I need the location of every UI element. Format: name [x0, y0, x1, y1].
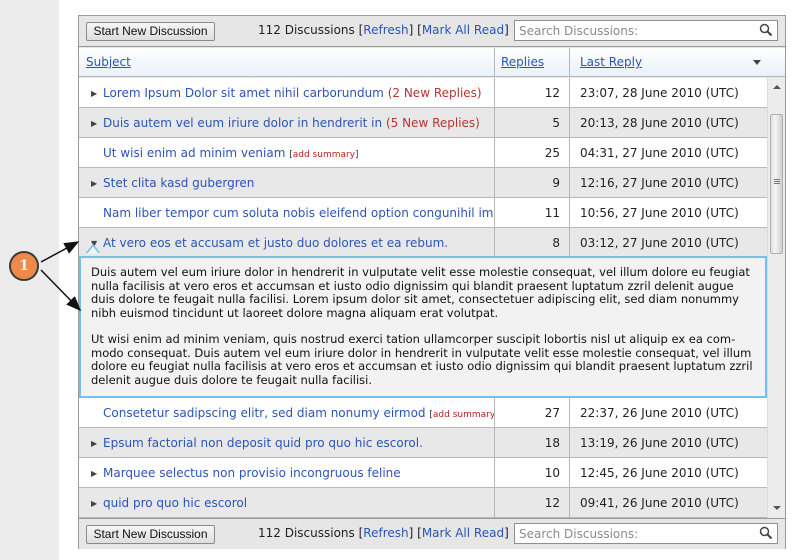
expand-pointer-notch: [86, 244, 100, 254]
table-row[interactable]: Consetetur sadipscing elitr, sed diam no…: [79, 398, 767, 428]
scrollbar[interactable]: [767, 78, 785, 518]
add-summary-wrapper: [add summary]: [289, 150, 359, 160]
last-reply-time: 04:31, 27 June 2010 (UTC): [569, 138, 767, 167]
subject-cell: ▶ quid pro quo hic escorol: [79, 488, 494, 517]
sort-by-replies[interactable]: Replies: [501, 55, 544, 69]
top-toolbar: Start New Discussion 112 Discussions [Re…: [79, 16, 785, 47]
expand-triangle-icon[interactable]: ▶: [91, 119, 103, 128]
discussion-title-link[interactable]: At vero eos et accusam et justo duo dolo…: [103, 236, 448, 250]
subject-cell: ▶ Stet clita kasd gubergren: [79, 168, 494, 197]
replies-count: 9: [494, 168, 570, 197]
scroll-down-arrow-icon[interactable]: [773, 506, 781, 510]
last-reply-time: 13:19, 26 June 2010 (UTC): [569, 428, 767, 457]
expand-triangle-icon[interactable]: ▶: [91, 179, 103, 188]
sort-by-last-reply[interactable]: Last Reply: [580, 55, 642, 69]
expanded-summary: Duis autem vel eum iriure dolor in hendr…: [79, 256, 767, 398]
discussion-title-link[interactable]: Duis autem vel eum iriure dolor in hendr…: [103, 116, 382, 130]
subject-cell: ▶ Epsum factorial non deposit quid pro qu…: [79, 428, 494, 457]
left-gutter: [0, 0, 59, 560]
bottom-toolbar: Start New Discussion 112 Discussions [Re…: [79, 518, 785, 549]
search-input-bottom[interactable]: [515, 524, 755, 543]
table-row[interactable]: ▶ Stet clita kasd gubergren 9 12:16, 27 Jun…: [79, 168, 767, 198]
discussion-count: 112 Discussions: [258, 23, 355, 37]
expand-triangle-icon[interactable]: ▶: [91, 469, 103, 478]
expand-triangle-icon[interactable]: ▶: [91, 89, 103, 98]
search-icon[interactable]: [759, 23, 773, 37]
add-summary-link[interactable]: add summary: [433, 410, 494, 420]
chevron-down-icon[interactable]: [753, 60, 761, 65]
discussion-count-bottom: 112 Discussions: [258, 526, 355, 540]
table-row[interactable]: ▶ Lorem Ipsum Dolor sit amet nihil carbor…: [79, 78, 767, 108]
replies-count: 12: [494, 488, 570, 517]
subject-cell: Ut wisi enim ad minim veniam [add summar…: [79, 138, 494, 167]
search-box-bottom: [514, 523, 778, 544]
mark-all-read-link-bottom[interactable]: Mark All Read: [422, 526, 504, 540]
discussion-title-link[interactable]: Lorem Ipsum Dolor sit amet nihil carboru…: [103, 86, 384, 100]
subject-cell: Nam liber tempor cum soluta nobis eleife…: [79, 198, 494, 227]
subject-cell: ▶ Lorem Ipsum Dolor sit amet nihil carbor…: [79, 78, 494, 107]
discussion-count-area-bottom: 112 Discussions [Refresh] [Mark All Read…: [258, 526, 509, 540]
add-summary-link[interactable]: add summary: [293, 150, 355, 160]
replies-count: 27: [494, 398, 570, 427]
table-row[interactable]: ▶ Epsum factorial non deposit quid pro qu…: [79, 428, 767, 458]
expand-triangle-icon[interactable]: ▶: [91, 499, 103, 508]
discussion-count-area: 112 Discussions [Refresh] [Mark All Read…: [258, 23, 509, 37]
summary-paragraph: Duis autem vel eum iriure dolor in hendr…: [91, 265, 750, 320]
replies-count: 18: [494, 428, 570, 457]
discussion-title-link[interactable]: Nam liber tempor cum soluta nobis eleife…: [103, 206, 494, 220]
discussion-title-link[interactable]: Epsum factorial non deposit quid pro quo…: [103, 436, 423, 450]
discussion-title-link[interactable]: Ut wisi enim ad minim veniam: [103, 146, 285, 160]
add-summary-wrapper: [add summary]: [429, 410, 494, 420]
discussion-title-link[interactable]: Stet clita kasd gubergren: [103, 176, 254, 190]
last-reply-time: 03:12, 27 June 2010 (UTC): [569, 228, 767, 257]
mark-all-read-link[interactable]: Mark All Read: [422, 23, 504, 37]
table-row[interactable]: ▶ Marquee selectus non provisio incongruo…: [79, 458, 767, 488]
discussion-panel: Start New Discussion 112 Discussions [Re…: [78, 15, 786, 549]
scroll-up-arrow-icon[interactable]: [773, 85, 781, 89]
grip-icon: [774, 179, 780, 180]
new-replies-badge: (5 New Replies): [385, 116, 480, 130]
replies-count: 12: [494, 78, 570, 107]
subject-cell: ▶ Marquee selectus non provisio incongruo…: [79, 458, 494, 487]
replies-count: 5: [494, 108, 570, 137]
refresh-link-bottom[interactable]: Refresh: [363, 526, 408, 540]
last-reply-time: 10:56, 27 June 2010 (UTC): [569, 198, 767, 227]
discussion-title-link[interactable]: Consetetur sadipscing elitr, sed diam no…: [103, 406, 426, 420]
column-header: Subject Replies Last Reply: [79, 48, 785, 77]
last-reply-time: 12:16, 27 June 2010 (UTC): [569, 168, 767, 197]
summary-paragraph: Ut wisi enim ad minim veniam, quis nostr…: [91, 332, 753, 387]
table-row[interactable]: ▶ Duis autem vel eum iriure dolor in hend…: [79, 108, 767, 138]
discussion-title-link[interactable]: Marquee selectus non provisio incongruou…: [103, 466, 401, 480]
subject-cell: Consetetur sadipscing elitr, sed diam no…: [79, 398, 494, 427]
last-reply-time: 09:41, 26 June 2010 (UTC): [569, 488, 767, 517]
new-replies-badge: (2 New Replies): [387, 86, 482, 100]
table-row[interactable]: ▼ At vero eos et accusam et justo duo dol…: [79, 228, 767, 258]
table-row[interactable]: Ut wisi enim ad minim veniam [add summar…: [79, 138, 767, 168]
last-reply-time: 22:37, 26 June 2010 (UTC): [569, 398, 767, 427]
expand-triangle-icon[interactable]: ▶: [91, 439, 103, 448]
last-reply-time: 20:13, 28 June 2010 (UTC): [569, 108, 767, 137]
replies-count: 8: [494, 228, 570, 257]
search-icon[interactable]: [759, 526, 773, 540]
search-input[interactable]: [515, 21, 755, 40]
replies-count: 11: [494, 198, 570, 227]
scrollbar-thumb[interactable]: [770, 114, 783, 254]
replies-count: 10: [494, 458, 570, 487]
start-new-discussion-button[interactable]: Start New Discussion: [86, 22, 215, 41]
discussion-list: ▶ Lorem Ipsum Dolor sit amet nihil carbor…: [79, 78, 785, 518]
last-reply-time: 23:07, 28 June 2010 (UTC): [569, 78, 767, 107]
refresh-link[interactable]: Refresh: [363, 23, 408, 37]
sort-by-subject[interactable]: Subject: [86, 55, 131, 69]
subject-cell: ▼ At vero eos et accusam et justo duo dol…: [79, 228, 494, 257]
subject-cell: ▶ Duis autem vel eum iriure dolor in hend…: [79, 108, 494, 137]
table-row[interactable]: Nam liber tempor cum soluta nobis eleife…: [79, 198, 767, 228]
last-reply-time: 12:45, 26 June 2010 (UTC): [569, 458, 767, 487]
search-box: [514, 20, 778, 41]
replies-count: 25: [494, 138, 570, 167]
discussion-title-link[interactable]: quid pro quo hic escorol: [103, 496, 247, 510]
table-row[interactable]: ▶ quid pro quo hic escorol 12 09:41, 26 Jun…: [79, 488, 767, 518]
start-new-discussion-button-bottom[interactable]: Start New Discussion: [86, 525, 215, 544]
callout-badge: 1: [9, 251, 39, 281]
